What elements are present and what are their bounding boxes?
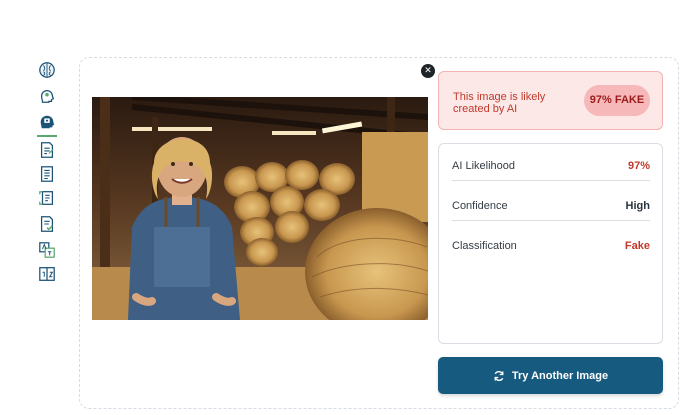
stat-row-classification: Classification Fake xyxy=(452,236,650,256)
stat-value: High xyxy=(625,200,650,212)
verdict-banner: This image is likely created by AI 97% F… xyxy=(438,71,663,130)
stat-row-ai-likelihood: AI Likelihood 97% xyxy=(452,156,650,176)
compare-icon[interactable] xyxy=(37,264,57,284)
barn-photo xyxy=(92,97,428,320)
stat-row-confidence: Confidence High xyxy=(452,196,650,216)
document-check-icon[interactable] xyxy=(37,214,57,234)
try-another-image-button[interactable]: Try Another Image xyxy=(438,357,663,394)
close-icon[interactable]: ✕ xyxy=(421,64,435,78)
verdict-message: This image is likely created by AI xyxy=(453,91,546,115)
stat-label: Confidence xyxy=(452,200,508,212)
verdict-badge: 97% FAKE xyxy=(584,85,650,116)
stat-label: Classification xyxy=(452,240,517,252)
document-scan-icon[interactable] xyxy=(37,188,57,208)
stat-value: Fake xyxy=(624,240,650,252)
try-another-image-label: Try Another Image xyxy=(511,369,609,382)
ai-head-icon[interactable] xyxy=(37,112,57,132)
refresh-icon xyxy=(494,370,504,381)
stats-panel: AI Likelihood 97% Confidence High Classi… xyxy=(438,143,663,344)
brain-icon[interactable] xyxy=(37,60,57,80)
document-list-icon[interactable] xyxy=(37,164,57,184)
document-edit-icon[interactable] xyxy=(37,140,57,160)
translate-icon[interactable] xyxy=(37,240,57,260)
stat-label: AI Likelihood xyxy=(452,160,515,172)
divider xyxy=(452,220,650,221)
active-indicator xyxy=(37,135,57,137)
divider xyxy=(452,180,650,181)
stat-value: 97% xyxy=(627,160,650,172)
head-profile-icon[interactable] xyxy=(37,86,57,106)
analyzed-image xyxy=(92,97,428,320)
